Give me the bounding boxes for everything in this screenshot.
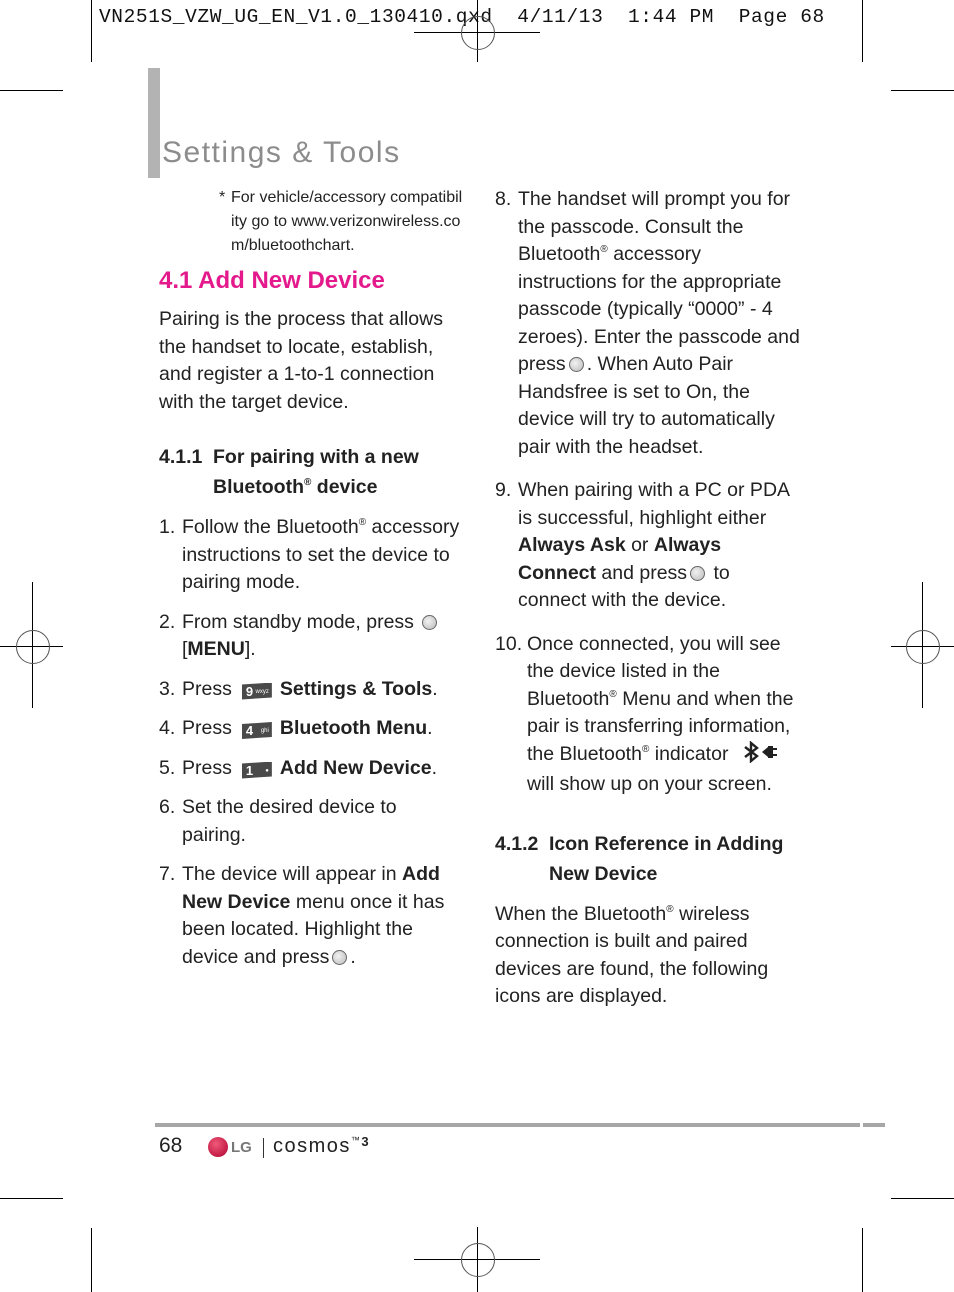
section-intro: Pairing is the process that allows the h… — [159, 308, 443, 413]
step-text: or — [625, 534, 654, 556]
paragraph-text: When the Bluetooth — [495, 902, 667, 925]
key-digit: 4 — [245, 723, 254, 738]
step-5: 5. Press 1 ● Add New Device. — [159, 755, 464, 783]
step-number: 2. — [159, 610, 176, 633]
page-number: 68 — [159, 1134, 183, 1157]
footer-rule — [155, 1123, 860, 1127]
subsection-2-text: When the Bluetooth® wireless connection … — [495, 901, 800, 1011]
key-letters: ● — [265, 767, 269, 774]
menu-label: Add New Device — [279, 756, 432, 779]
ok-key-icon — [568, 357, 584, 372]
step-number: 1. — [159, 516, 176, 538]
key-4-icon: 4 ghi — [241, 722, 272, 739]
step-text: From standby mode, press — [182, 610, 414, 633]
step-1: 1. Follow the Bluetooth® accessory instr… — [159, 514, 464, 597]
subsection-title: Icon Reference in Adding New Device — [549, 832, 784, 885]
step-number: 10. — [495, 632, 523, 655]
registered-mark: ® — [600, 244, 608, 255]
left-column: * For vehicle/accessory compatibility go… — [159, 186, 464, 983]
footnote: * For vehicle/accessory compatibility go… — [219, 186, 464, 258]
step-6: 6. Set the desired device to pairing. — [159, 794, 464, 849]
step-number: 4. — [159, 717, 176, 739]
key-letters: wxyz — [255, 688, 269, 695]
menu-label: Settings & Tools — [279, 677, 433, 700]
step-number: 9. — [495, 479, 512, 501]
menu-label: Bluetooth Menu — [279, 717, 428, 739]
option-always-ask: Always Ask — [518, 534, 626, 556]
key-digit: 1 — [245, 762, 254, 778]
subsection-number: 4.1.2 — [495, 832, 539, 855]
registered-mark: ® — [358, 517, 367, 528]
registered-mark: ® — [666, 903, 674, 915]
subsection-title-end: device — [311, 476, 378, 498]
step-8: 8. The handset will prompt you for the p… — [495, 186, 800, 461]
section-heading: 4.1 Add New Device — [159, 267, 385, 294]
ok-key-icon — [690, 565, 706, 581]
step-9: 9. When pairing with a PC or PDA is succ… — [495, 477, 800, 615]
ok-key-icon — [422, 614, 438, 630]
step-number: 5. — [159, 756, 176, 779]
step-text: When pairing with a PC or PDA is success… — [518, 479, 789, 529]
step-text: The device will appear in — [182, 863, 403, 885]
step-text: Set the desired device to pairing. — [182, 796, 397, 846]
key-1-icon: 1 ● — [241, 761, 272, 779]
step-text: Follow the Bluetooth — [182, 516, 359, 538]
title-accent-bar — [148, 68, 160, 178]
step-text: indicator — [649, 742, 729, 765]
right-column: 8. The handset will prompt you for the p… — [495, 186, 800, 1027]
bluetooth-transfer-indicator-icon — [742, 739, 780, 772]
brand-number: 3 — [361, 1134, 371, 1149]
key-9-icon: 9 wxyz — [241, 682, 272, 700]
step-text: . — [432, 677, 438, 700]
brand-name: cosmos™3 — [273, 1134, 370, 1158]
step-2: 2. From standby mode, press [MENU]. — [159, 609, 464, 664]
step-text: Press — [182, 677, 232, 700]
step-7: 7. The device will appear in Add New Dev… — [159, 861, 464, 971]
brand-text: cosmos — [273, 1135, 351, 1157]
page-title: Settings & Tools — [162, 136, 401, 170]
step-number: 6. — [159, 796, 176, 818]
step-number: 3. — [159, 677, 176, 700]
step-4: 4. Press 4 ghi Bluetooth Menu. — [159, 715, 464, 743]
subsection-heading-4-1-1: 4.1.1 For pairing with a new Bluetooth® … — [159, 442, 464, 502]
step-text: . — [427, 717, 433, 739]
ok-key-icon — [332, 949, 348, 965]
subsection-number: 4.1.1 — [159, 446, 203, 468]
key-letters: ghi — [260, 728, 269, 734]
footnote-marker: * — [219, 189, 226, 206]
step-number: 7. — [159, 863, 176, 885]
registered-mark: ® — [609, 688, 617, 700]
step-text: ]. — [244, 638, 256, 660]
menu-label: MENU — [187, 638, 245, 660]
footnote-text: For vehicle/accessory compatibility go t… — [231, 189, 463, 254]
brand-separator — [263, 1138, 264, 1158]
lg-logo-icon — [208, 1137, 228, 1157]
step-text: . — [431, 756, 437, 779]
step-3: 3. Press 9 wxyz Settings & Tools. — [159, 676, 464, 704]
step-text: Press — [182, 756, 232, 779]
step-10: 10. Once connected, you will see the dev… — [495, 631, 800, 799]
steps-list-right: 8. The handset will prompt you for the p… — [495, 186, 800, 799]
step-text: Press — [182, 717, 232, 739]
trademark-mark: ™ — [350, 1135, 362, 1145]
step-text: will show up on your screen. — [527, 773, 772, 795]
steps-list-left: 1. Follow the Bluetooth® accessory instr… — [159, 514, 464, 971]
step-number: 8. — [495, 188, 512, 210]
step-text: and press — [596, 561, 688, 584]
step-text: . — [350, 945, 356, 968]
subsection-heading-4-1-2: 4.1.2 Icon Reference in Adding New Devic… — [495, 829, 800, 889]
lg-logo-text: LG — [231, 1139, 252, 1156]
footer-rule-end — [863, 1123, 885, 1127]
